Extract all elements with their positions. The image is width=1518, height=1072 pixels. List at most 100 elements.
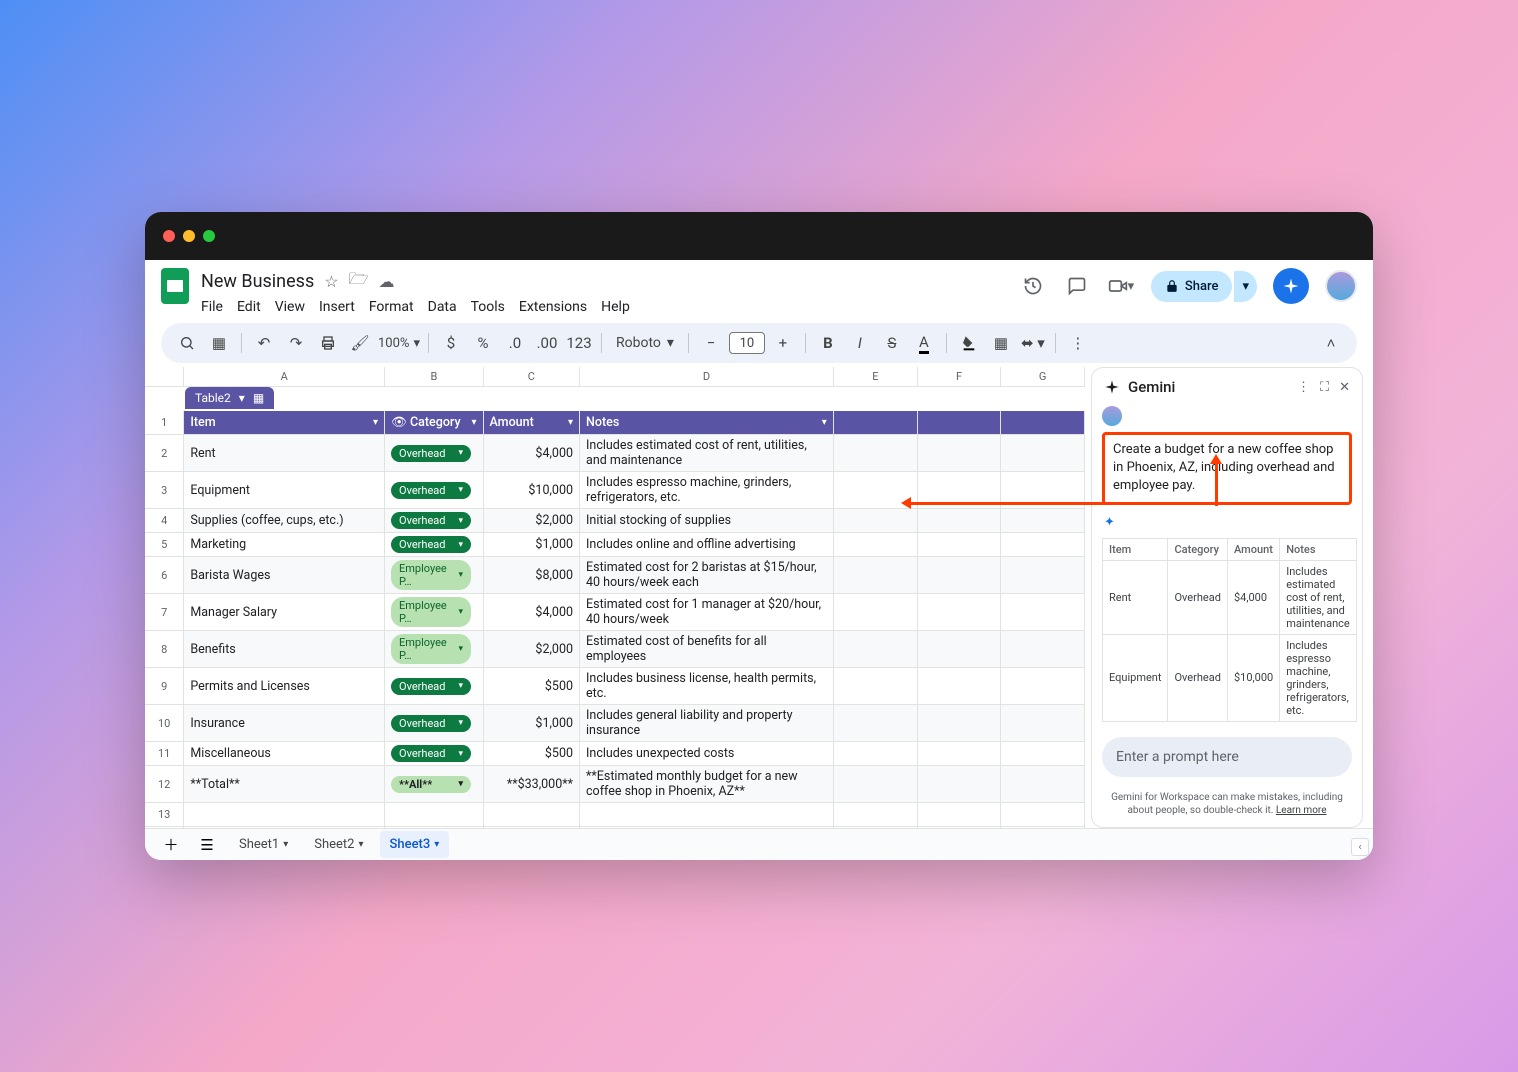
annotation-arrow xyxy=(905,502,1137,505)
table-row[interactable]: 11MiscellaneousOverhead▾$500Includes une… xyxy=(145,742,1085,766)
sparkle-icon: ✦ xyxy=(1104,515,1352,530)
learn-more-link[interactable]: Learn more xyxy=(1276,805,1327,816)
col-header[interactable]: G xyxy=(1001,367,1085,386)
table-chip-label: Table2 xyxy=(195,391,231,405)
sidepanel-title: Gemini xyxy=(1128,378,1175,396)
undo-button[interactable]: ↶ xyxy=(250,329,278,357)
col-header[interactable]: E xyxy=(834,367,918,386)
strike-button[interactable]: S xyxy=(878,329,906,357)
menus-icon[interactable]: ▦ xyxy=(205,329,233,357)
redo-button[interactable]: ↷ xyxy=(282,329,310,357)
history-icon[interactable] xyxy=(1019,272,1047,300)
explore-button[interactable]: ‹ xyxy=(1351,838,1369,856)
menu-insert[interactable]: Insert xyxy=(319,299,355,315)
increase-font-button[interactable]: + xyxy=(769,329,797,357)
suggested-table: ItemCategoryAmountNotes RentOverhead$4,0… xyxy=(1102,538,1357,722)
more-toolbar-button[interactable]: ⋮ xyxy=(1064,329,1092,357)
toolbar: ▦ ↶ ↷ 🖌 100% ▾ $ % .0 .00 123 Roboto ▾ −… xyxy=(161,323,1357,363)
expand-icon[interactable]: ⛶ xyxy=(1320,380,1329,395)
titlebar xyxy=(145,212,1373,260)
star-icon[interactable]: ☆ xyxy=(324,272,338,291)
more-icon[interactable]: ⋮ xyxy=(1297,380,1310,395)
close-icon[interactable]: ✕ xyxy=(1339,380,1350,395)
borders-button[interactable]: ▦ xyxy=(987,329,1015,357)
table-chip[interactable]: Table2 ▾ ▦ xyxy=(185,387,274,409)
italic-button[interactable]: I xyxy=(846,329,874,357)
col-header[interactable]: B xyxy=(385,367,483,386)
table-row[interactable]: 6Barista WagesEmployee P…▾$8,000Estimate… xyxy=(145,557,1085,594)
table-row[interactable]: 10InsuranceOverhead▾$1,000Includes gener… xyxy=(145,705,1085,742)
sheet-tab[interactable]: Sheet3 ▾ xyxy=(380,831,450,858)
close-window-button[interactable] xyxy=(163,230,175,242)
gemini-sidepanel: Gemini ⋮ ⛶ ✕ Create a budget for a new c… xyxy=(1091,367,1363,828)
spreadsheet-grid[interactable]: A B C D E F G Table2 ▾ ▦ 1Item▾👁 Categor… xyxy=(145,367,1085,828)
share-dropdown[interactable]: ▾ xyxy=(1234,271,1257,302)
col-header[interactable]: F xyxy=(918,367,1002,386)
cloud-status-icon[interactable]: ☁ xyxy=(378,272,394,291)
menu-edit[interactable]: Edit xyxy=(237,299,261,315)
font-size-input[interactable]: 10 xyxy=(729,332,765,354)
menu-view[interactable]: View xyxy=(275,299,305,315)
sheets-logo-icon xyxy=(161,268,189,304)
sheet-tab[interactable]: Sheet1 ▾ xyxy=(229,831,298,858)
font-select[interactable]: Roboto ▾ xyxy=(610,335,680,351)
collapse-toolbar-button[interactable]: ˄ xyxy=(1317,329,1345,357)
search-icon[interactable] xyxy=(173,329,201,357)
sparkle-icon xyxy=(1104,379,1120,395)
print-button[interactable] xyxy=(314,329,342,357)
fill-color-button[interactable] xyxy=(955,329,983,357)
sheet-tabs-bar: ＋ ☰ Sheet1 ▾Sheet2 ▾ Sheet3 ▾ ‹ xyxy=(145,828,1373,860)
meet-icon[interactable]: ▾ xyxy=(1107,272,1135,300)
menu-extensions[interactable]: Extensions xyxy=(519,299,587,315)
increase-decimal-button[interactable]: .00 xyxy=(533,329,561,357)
prompt-input[interactable]: Enter a prompt here xyxy=(1102,737,1352,777)
col-header[interactable]: C xyxy=(484,367,580,386)
header-row[interactable]: 1Item▾👁 Category▾Amount▾Notes▾ xyxy=(145,411,1085,435)
table-row[interactable]: 12**Total****All**▾**$33,000****Estimate… xyxy=(145,766,1085,803)
menu-file[interactable]: File xyxy=(201,299,223,315)
document-title[interactable]: New Business xyxy=(201,271,314,292)
menu-data[interactable]: Data xyxy=(428,299,457,315)
table-row[interactable]: 5MarketingOverhead▾$1,000Includes online… xyxy=(145,533,1085,557)
menu-format[interactable]: Format xyxy=(369,299,414,315)
window-controls xyxy=(163,230,215,242)
annotation-arrow xyxy=(1215,458,1218,506)
zoom-select[interactable]: 100% ▾ xyxy=(378,336,420,351)
menu-tools[interactable]: Tools xyxy=(471,299,505,315)
menu-help[interactable]: Help xyxy=(601,299,630,315)
share-label: Share xyxy=(1185,279,1219,294)
account-avatar[interactable] xyxy=(1325,270,1357,302)
minimize-window-button[interactable] xyxy=(183,230,195,242)
bold-button[interactable]: B xyxy=(814,329,842,357)
disclaimer-text: Gemini for Workspace can make mistakes, … xyxy=(1092,787,1362,827)
decrease-font-button[interactable]: − xyxy=(697,329,725,357)
table-row[interactable]: 7Manager SalaryEmployee P…▾$4,000Estimat… xyxy=(145,594,1085,631)
table-grid-icon[interactable]: ▦ xyxy=(253,391,264,405)
app-window: New Business ☆ 🗁 ☁ File Edit View Insert For… xyxy=(145,212,1373,860)
currency-button[interactable]: $ xyxy=(437,329,465,357)
table-row[interactable]: 9Permits and LicensesOverhead▾$500Includ… xyxy=(145,668,1085,705)
table-row[interactable]: 13 xyxy=(145,803,1085,827)
move-folder-icon[interactable]: 🗁 xyxy=(349,268,369,295)
chevron-down-icon: ▾ xyxy=(239,391,245,405)
col-header[interactable]: D xyxy=(580,367,834,386)
merge-button[interactable]: ⬌ ▾ xyxy=(1019,329,1047,357)
menu-bar: File Edit View Insert Format Data Tools Extensi… xyxy=(201,299,630,315)
gemini-button[interactable] xyxy=(1273,268,1309,304)
more-formats-button[interactable]: 123 xyxy=(565,329,593,357)
share-button[interactable]: Share xyxy=(1151,271,1233,302)
add-sheet-button[interactable]: ＋ xyxy=(157,831,185,859)
table-row[interactable]: 2RentOverhead▾$4,000Includes estimated c… xyxy=(145,435,1085,472)
col-header[interactable]: A xyxy=(184,367,385,386)
text-color-button[interactable]: A xyxy=(910,329,938,357)
comments-icon[interactable] xyxy=(1063,272,1091,300)
percent-button[interactable]: % xyxy=(469,329,497,357)
maximize-window-button[interactable] xyxy=(203,230,215,242)
paint-format-button[interactable]: 🖌 xyxy=(346,329,374,357)
table-row[interactable]: 8BenefitsEmployee P…▾$2,000Estimated cos… xyxy=(145,631,1085,668)
app-header: New Business ☆ 🗁 ☁ File Edit View Insert For… xyxy=(145,260,1373,315)
all-sheets-button[interactable]: ☰ xyxy=(193,831,221,859)
sheet-tab[interactable]: Sheet2 ▾ xyxy=(304,831,373,858)
decrease-decimal-button[interactable]: .0 xyxy=(501,329,529,357)
table-row[interactable]: 4Supplies (coffee, cups, etc.)Overhead▾$… xyxy=(145,509,1085,533)
